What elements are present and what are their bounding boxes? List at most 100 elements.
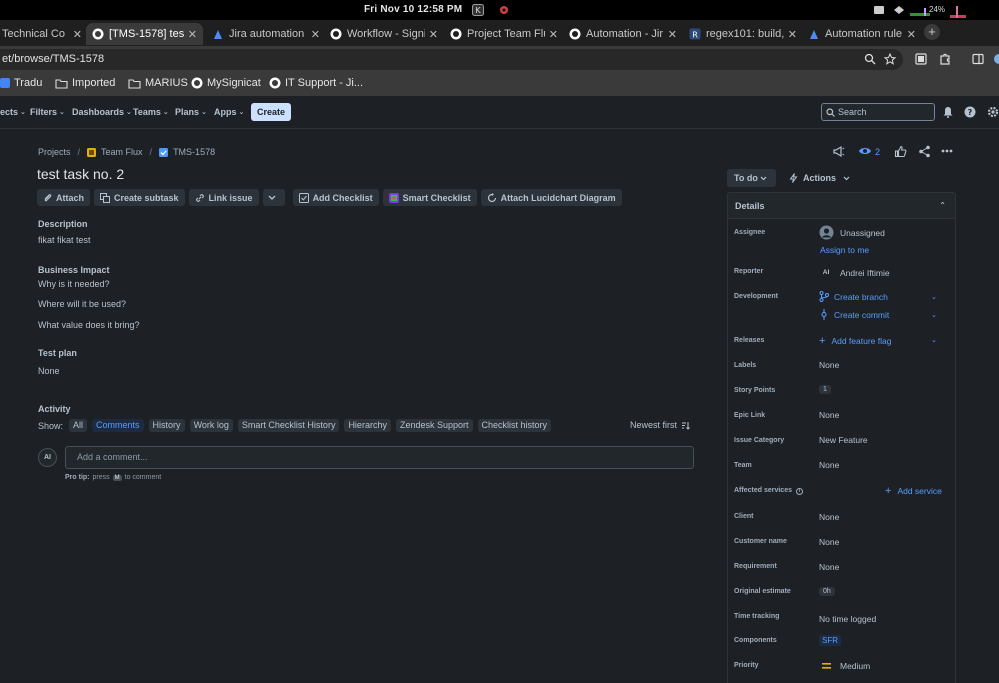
nav-dashboards[interactable]: Dashboards ⌄ xyxy=(72,107,132,117)
description-text[interactable]: fikat fikat test xyxy=(38,235,91,245)
bookmark-it-support[interactable]: IT Support - Ji... xyxy=(269,77,363,89)
issue-category-value[interactable]: New Feature xyxy=(819,435,868,445)
breadcrumb-team-flux[interactable]: Team Flux xyxy=(101,147,143,157)
tab-jira-automation[interactable]: Jira automation ✕ xyxy=(212,23,320,45)
tab-technical[interactable]: Technical Co ✕ xyxy=(0,23,82,45)
bookmark-mysignicat[interactable]: MySignicat xyxy=(191,77,261,89)
create-subtask-button[interactable]: Create subtask xyxy=(94,189,185,206)
url-field[interactable]: et/browse/TMS-1578 xyxy=(0,49,903,70)
zoom-icon[interactable] xyxy=(864,53,876,65)
status-dropdown[interactable]: To do xyxy=(727,169,776,187)
attach-lucidchart-button[interactable]: Attach Lucidchart Diagram xyxy=(480,189,622,206)
story-points-value[interactable]: 1 xyxy=(819,385,831,394)
close-icon[interactable]: ✕ xyxy=(311,28,320,41)
nav-plans[interactable]: Plans ⌄ xyxy=(175,107,207,117)
customer-name-value[interactable]: None xyxy=(819,537,839,547)
side-panel-icon[interactable] xyxy=(972,53,984,65)
extension-box-icon[interactable] xyxy=(915,53,927,65)
assignee-value[interactable]: Unassigned xyxy=(819,225,885,240)
close-icon[interactable]: ✕ xyxy=(188,28,197,41)
search-input[interactable]: Search xyxy=(821,103,935,121)
new-tab-button[interactable]: + xyxy=(924,24,940,40)
issue-title[interactable]: test task no. 2 xyxy=(37,166,124,182)
tab-tms-1578[interactable]: [TMS-1578] test t ✕ xyxy=(86,23,203,45)
like-thumbs-up-icon[interactable] xyxy=(894,145,907,158)
requirement-value[interactable]: None xyxy=(819,562,839,572)
business-impact-line[interactable]: What value does it bring? xyxy=(38,320,140,330)
filter-smart-checklist-history[interactable]: Smart Checklist History xyxy=(237,419,340,432)
bookmark-tradu[interactable]: Tradu xyxy=(0,77,42,89)
nav-apps[interactable]: Apps ⌄ xyxy=(214,107,244,117)
bookmark-imported[interactable]: Imported xyxy=(55,77,115,89)
share-icon[interactable] xyxy=(918,145,931,158)
create-button[interactable]: Create xyxy=(251,103,291,121)
more-options-icon[interactable] xyxy=(941,149,953,153)
chevron-down-icon[interactable]: ⌄ xyxy=(931,336,937,344)
business-impact-line[interactable]: Where will it be used? xyxy=(38,299,126,309)
components-value[interactable]: SFR xyxy=(819,635,841,646)
nav-teams[interactable]: Teams ⌄ xyxy=(133,107,169,117)
tab-workflow[interactable]: Workflow - Signi ✕ xyxy=(330,23,438,45)
more-actions-dropdown[interactable] xyxy=(262,189,285,206)
chevron-down-icon[interactable]: ⌄ xyxy=(931,293,937,301)
feedback-megaphone-icon[interactable] xyxy=(832,145,845,158)
watch-eye-icon[interactable] xyxy=(858,146,872,156)
filter-work-log[interactable]: Work log xyxy=(189,419,233,432)
profile-avatar[interactable] xyxy=(993,53,999,65)
test-plan-value[interactable]: None xyxy=(38,366,60,376)
client-value[interactable]: None xyxy=(819,512,839,522)
close-icon[interactable]: ✕ xyxy=(73,28,82,41)
create-commit-link[interactable]: Create commit xyxy=(819,309,889,320)
close-icon[interactable]: ✕ xyxy=(429,28,438,41)
sort-order-button[interactable]: Newest first xyxy=(630,420,690,430)
extensions-puzzle-icon[interactable] xyxy=(939,53,951,65)
create-branch-link[interactable]: Create branch xyxy=(819,291,888,302)
filter-checklist-history[interactable]: Checklist history xyxy=(477,419,552,432)
smart-checklist-button[interactable]: Smart Checklist xyxy=(382,189,477,206)
filter-zendesk-support[interactable]: Zendesk Support xyxy=(395,419,473,432)
tab-regex101[interactable]: R regex101: build, ✕ xyxy=(689,23,797,45)
link-issue-button[interactable]: Link issue xyxy=(188,189,259,206)
epic-link-value[interactable]: None xyxy=(819,410,839,420)
filter-hierarchy[interactable]: Hierarchy xyxy=(344,419,391,432)
add-service-link[interactable]: + Add service xyxy=(885,485,942,497)
help-icon[interactable]: ? xyxy=(964,106,976,118)
tab-automation-rule[interactable]: Automation rule ✕ xyxy=(808,23,916,45)
add-feature-flag-link[interactable]: + Add feature flag xyxy=(819,335,891,347)
system-tray-icon[interactable] xyxy=(893,4,905,16)
bookmark-star-icon[interactable] xyxy=(884,53,896,65)
breadcrumb-projects[interactable]: Projects xyxy=(38,147,71,157)
notifications-tray-icon[interactable] xyxy=(873,4,885,16)
info-icon[interactable]: i xyxy=(795,488,803,495)
time-tracking-value[interactable]: No time logged xyxy=(819,614,876,624)
nav-projects[interactable]: ects ⌄ xyxy=(0,107,26,117)
assign-to-me-link[interactable]: Assign to me xyxy=(820,245,869,255)
original-estimate-value[interactable]: 0h xyxy=(819,587,835,596)
chevron-up-icon[interactable]: ⌃ xyxy=(939,193,946,219)
add-checklist-button[interactable]: Add Checklist xyxy=(292,189,379,206)
filter-history[interactable]: History xyxy=(148,419,185,432)
notifications-bell-icon[interactable] xyxy=(942,106,954,118)
breadcrumb-issue-key[interactable]: TMS-1578 xyxy=(173,147,215,157)
labels-value[interactable]: None xyxy=(819,360,839,370)
nav-filters[interactable]: Filters ⌄ xyxy=(30,107,65,117)
close-icon[interactable]: ✕ xyxy=(788,28,797,41)
settings-gear-icon[interactable] xyxy=(987,106,999,118)
team-value[interactable]: None xyxy=(819,460,839,470)
close-icon[interactable]: ✕ xyxy=(549,28,558,41)
tab-project-team-flux[interactable]: Project Team Flu ✕ xyxy=(450,23,558,45)
attach-button[interactable]: Attach xyxy=(37,189,91,206)
filter-comments[interactable]: Comments xyxy=(92,419,144,432)
filter-all[interactable]: All xyxy=(69,419,88,432)
business-impact-line[interactable]: Why is it needed? xyxy=(38,279,110,289)
chevron-down-icon[interactable]: ⌄ xyxy=(931,311,937,319)
close-icon[interactable]: ✕ xyxy=(907,28,916,41)
tab-automation-jira[interactable]: Automation - Jir ✕ xyxy=(569,23,677,45)
actions-dropdown[interactable]: Actions xyxy=(789,169,855,187)
comment-input[interactable]: Add a comment... xyxy=(65,446,694,469)
details-header[interactable]: Details ⌃ xyxy=(728,193,955,219)
reporter-value[interactable]: AI Andrei Iftimie xyxy=(819,266,890,280)
bookmark-marius[interactable]: MARIUS xyxy=(128,77,188,89)
priority-value[interactable]: Medium xyxy=(819,661,870,671)
close-icon[interactable]: ✕ xyxy=(668,28,677,41)
